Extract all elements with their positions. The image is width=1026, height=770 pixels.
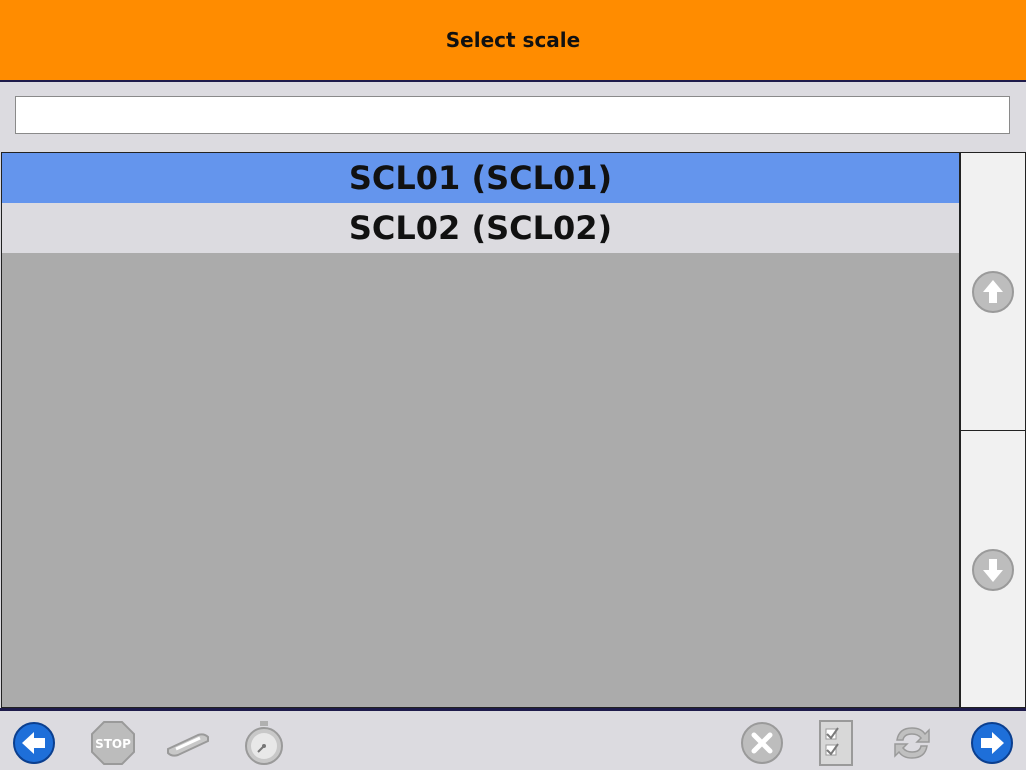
scanner-icon xyxy=(167,733,209,757)
list-item[interactable]: SCL01 (SCL01) xyxy=(2,153,959,203)
forward-arrow-icon xyxy=(971,722,1013,764)
stop-icon: STOP xyxy=(91,721,135,765)
list-item-label: SCL02 (SCL02) xyxy=(348,209,613,247)
refresh-icon xyxy=(894,727,930,759)
stopwatch-button[interactable] xyxy=(240,719,288,767)
scanner-button[interactable] xyxy=(164,719,212,767)
stop-button[interactable]: STOP xyxy=(89,719,137,767)
toolbar: STOP xyxy=(0,708,1026,770)
page-title: Select scale xyxy=(0,0,1026,82)
list-item[interactable]: SCL02 (SCL02) xyxy=(2,203,959,253)
forward-button[interactable] xyxy=(968,719,1016,767)
refresh-button[interactable] xyxy=(888,719,936,767)
stopwatch-icon xyxy=(245,721,283,765)
arrow-down-icon xyxy=(972,548,1014,591)
scroll-up-button[interactable] xyxy=(961,153,1025,431)
list-item-label: SCL01 (SCL01) xyxy=(348,159,613,197)
search-input[interactable] xyxy=(15,96,1010,134)
back-button[interactable] xyxy=(10,719,58,767)
checklist-icon xyxy=(819,720,853,766)
back-arrow-icon xyxy=(13,722,55,764)
cancel-button[interactable] xyxy=(738,719,786,767)
scroll-down-button[interactable] xyxy=(961,431,1025,708)
svg-text:STOP: STOP xyxy=(95,737,131,751)
arrow-up-icon xyxy=(972,270,1014,313)
scale-list: SCL01 (SCL01) SCL02 (SCL02) xyxy=(1,152,960,708)
cancel-icon xyxy=(741,722,783,764)
checklist-button[interactable] xyxy=(812,719,860,767)
scrollbar xyxy=(960,152,1026,708)
